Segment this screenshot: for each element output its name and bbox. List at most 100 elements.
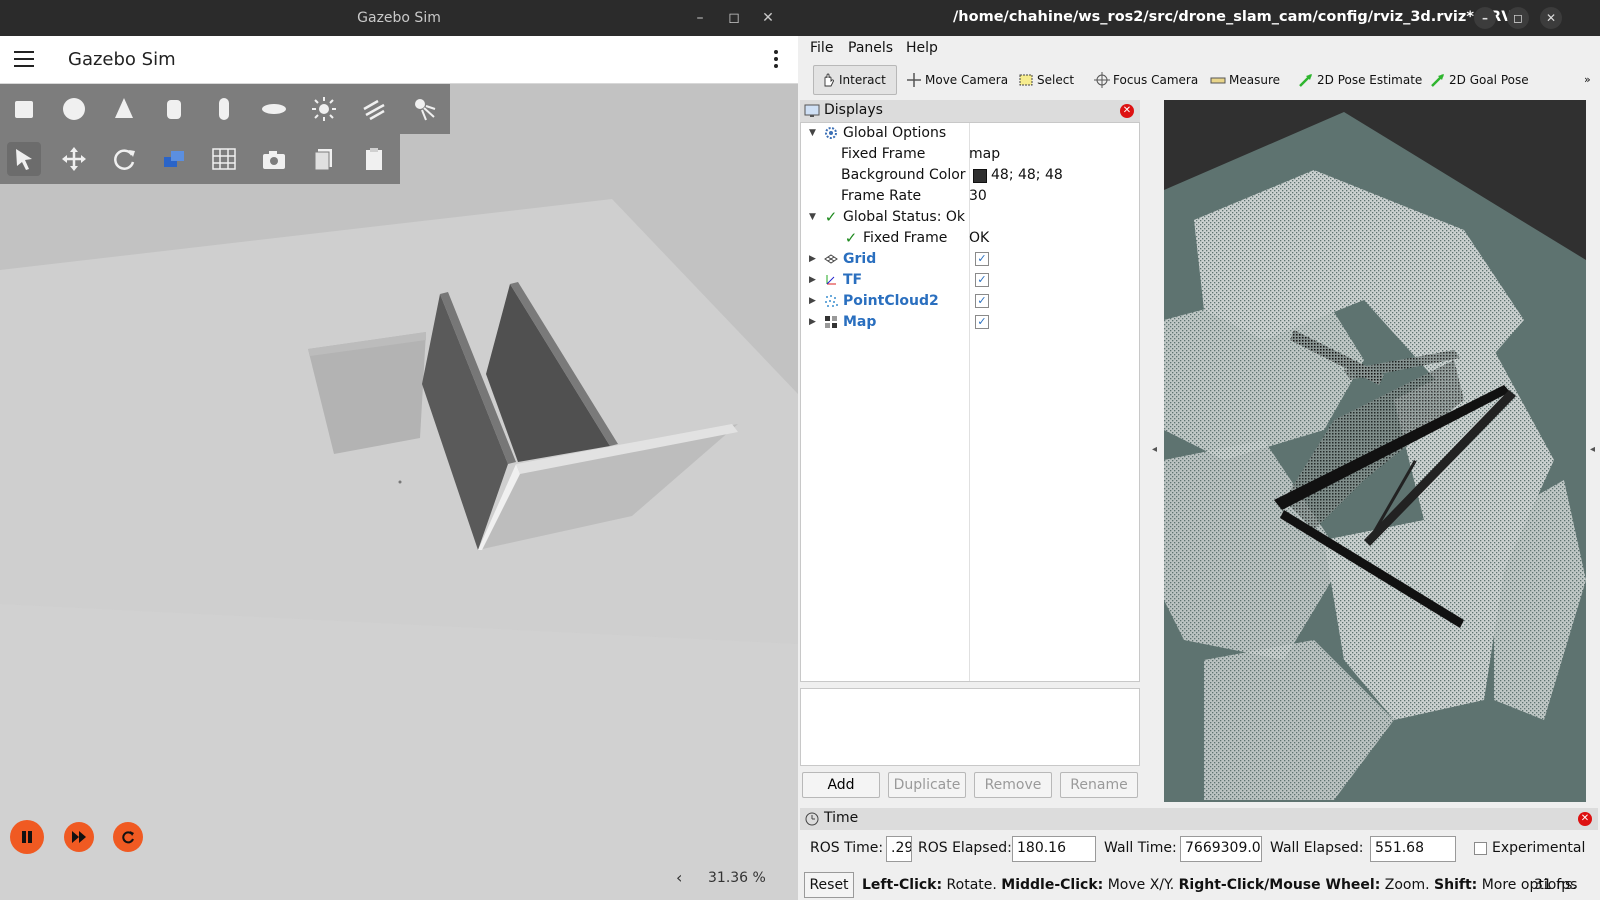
settings-gear-icon	[823, 125, 839, 141]
tree-row-tf[interactable]: ▶ TF ✓	[801, 270, 1139, 291]
sphere-icon[interactable]	[57, 92, 91, 126]
minimize-icon[interactable]: –	[1474, 7, 1496, 29]
displays-panel-header: Displays ✕	[800, 100, 1140, 122]
close-panel-icon[interactable]: ✕	[1578, 812, 1592, 826]
gazebo-window-title: Gazebo Sim	[357, 10, 441, 26]
close-icon[interactable]: ✕	[1540, 7, 1562, 29]
spot-light-icon[interactable]	[407, 92, 441, 126]
menu-panels[interactable]: Panels	[848, 40, 893, 56]
capsule-icon[interactable]	[207, 92, 241, 126]
fixed-frame-value[interactable]: map	[969, 146, 1000, 162]
cylinder-icon[interactable]	[157, 92, 191, 126]
tools-toolbar: Interact Move Camera Select Focus Camera…	[798, 62, 1600, 96]
rviz-window-title: /home/chahine/ws_ros2/src/drone_slam_cam…	[953, 9, 1526, 25]
map-checkbox[interactable]: ✓	[975, 315, 989, 329]
tool-focus-camera[interactable]: Focus Camera	[1088, 65, 1204, 95]
status-fixed-frame-value: OK	[969, 230, 990, 246]
tool-2d-goal-pose[interactable]: 2D Goal Pose	[1424, 65, 1535, 95]
box-icon[interactable]	[7, 92, 41, 126]
tree-row-fixed-frame[interactable]: Fixed Frame map	[801, 144, 1139, 165]
menu-help[interactable]: Help	[906, 40, 938, 56]
sun-icon[interactable]	[307, 92, 341, 126]
ruler-icon	[1210, 77, 1226, 84]
minimize-icon[interactable]: –	[690, 8, 710, 28]
menu-file[interactable]: File	[810, 40, 833, 56]
grid-checkbox[interactable]: ✓	[975, 252, 989, 266]
gazebo-app-title: Gazebo Sim	[68, 49, 176, 70]
tool-move-camera[interactable]: Move Camera	[900, 65, 1014, 95]
cone-icon[interactable]	[107, 92, 141, 126]
expand-arrow-icon[interactable]: ▶	[809, 254, 819, 264]
maximize-icon[interactable]: ◻	[724, 8, 744, 28]
splitter-right-arrow-icon[interactable]: ◂	[1590, 444, 1595, 455]
tree-row-global-status[interactable]: ▼ ✓ Global Status: Ok	[801, 207, 1139, 228]
rename-button[interactable]: Rename	[1060, 772, 1138, 798]
select-arrow-icon[interactable]	[7, 142, 41, 176]
chevron-left-icon[interactable]: ‹	[676, 868, 682, 887]
pointcloud2-checkbox[interactable]: ✓	[975, 294, 989, 308]
step-icon[interactable]	[64, 822, 94, 852]
tool-2d-pose-estimate[interactable]: 2D Pose Estimate	[1292, 65, 1428, 95]
rviz-3d-view[interactable]	[1164, 100, 1586, 802]
move-camera-icon	[907, 73, 921, 87]
tree-row-background-color[interactable]: Background Color 48; 48; 48	[801, 165, 1139, 186]
tool-select[interactable]: Select	[1012, 65, 1080, 95]
expand-arrow-icon[interactable]: ▶	[809, 317, 819, 327]
checkmark-icon: ✓	[844, 229, 858, 247]
background-color-value[interactable]: 48; 48; 48	[991, 167, 1063, 183]
close-icon[interactable]: ✕	[758, 8, 778, 28]
display-description-box	[800, 688, 1140, 766]
wall-elapsed-field[interactable]: 551.68	[1370, 836, 1456, 862]
pause-icon[interactable]	[10, 820, 44, 854]
color-swatch[interactable]	[973, 169, 987, 183]
ros-time-field[interactable]: .29	[886, 836, 912, 862]
reset-button[interactable]: Reset	[804, 872, 854, 898]
experimental-label: Experimental	[1492, 840, 1586, 856]
tree-row-global-options[interactable]: ▼ Global Options	[801, 123, 1139, 144]
checkmark-icon: ✓	[824, 208, 838, 226]
expand-arrow-icon[interactable]: ▶	[809, 275, 819, 285]
paste-icon[interactable]	[357, 142, 391, 176]
collapse-arrow-icon[interactable]: ▼	[809, 212, 819, 222]
tf-checkbox[interactable]: ✓	[975, 273, 989, 287]
directional-light-icon[interactable]	[357, 92, 391, 126]
fps-counter: 31 fps	[1534, 877, 1578, 893]
tree-row-frame-rate[interactable]: Frame Rate 30	[801, 186, 1139, 207]
hand-icon	[824, 73, 834, 87]
frame-rate-value[interactable]: 30	[969, 188, 987, 204]
tree-row-pointcloud2[interactable]: ▶ PointCloud2 ✓	[801, 291, 1139, 312]
tree-row-grid[interactable]: ▶ Grid ✓	[801, 249, 1139, 270]
tree-row-map[interactable]: ▶ Map ✓	[801, 312, 1139, 333]
hamburger-menu-icon[interactable]	[14, 51, 34, 69]
rviz-titlebar: /home/chahine/ws_ros2/src/drone_slam_cam…	[798, 0, 1600, 36]
remove-button[interactable]: Remove	[974, 772, 1052, 798]
expand-arrow-icon[interactable]: ▶	[809, 296, 819, 306]
splitter-left-arrow-icon[interactable]: ◂	[1152, 444, 1157, 455]
gazebo-3d-scene[interactable]	[0, 84, 798, 900]
experimental-checkbox[interactable]	[1474, 842, 1487, 855]
add-button[interactable]: Add	[802, 772, 880, 798]
rotate-icon[interactable]	[107, 142, 141, 176]
tool-interact[interactable]: Interact	[813, 65, 897, 95]
ros-elapsed-field[interactable]: 180.16	[1012, 836, 1096, 862]
toolbar-overflow-icon[interactable]: »	[1578, 65, 1597, 95]
collapse-arrow-icon[interactable]: ▼	[809, 128, 819, 138]
zoom-level: 31.36 %	[708, 870, 766, 886]
wall-time-field[interactable]: 7669309.05	[1180, 836, 1262, 862]
tree-row-status-fixed-frame[interactable]: ✓ Fixed Frame OK	[801, 228, 1139, 249]
reset-icon[interactable]	[113, 822, 143, 852]
tool-measure[interactable]: Measure	[1204, 65, 1286, 95]
translate-icon[interactable]	[57, 142, 91, 176]
camera-icon[interactable]	[257, 142, 291, 176]
duplicate-button[interactable]: Duplicate	[888, 772, 966, 798]
select-box-icon	[1019, 74, 1033, 86]
close-panel-icon[interactable]: ✕	[1120, 104, 1134, 118]
gazebo-titlebar: Gazebo Sim – ◻ ✕	[0, 0, 798, 36]
maximize-icon[interactable]: ◻	[1507, 7, 1529, 29]
menubar: File Panels Help	[798, 36, 1600, 60]
scale-icon[interactable]	[157, 142, 191, 176]
copy-icon[interactable]	[307, 142, 341, 176]
ellipsoid-icon[interactable]	[257, 92, 291, 126]
grid-snap-icon[interactable]	[207, 142, 241, 176]
more-options-icon[interactable]	[774, 50, 778, 71]
